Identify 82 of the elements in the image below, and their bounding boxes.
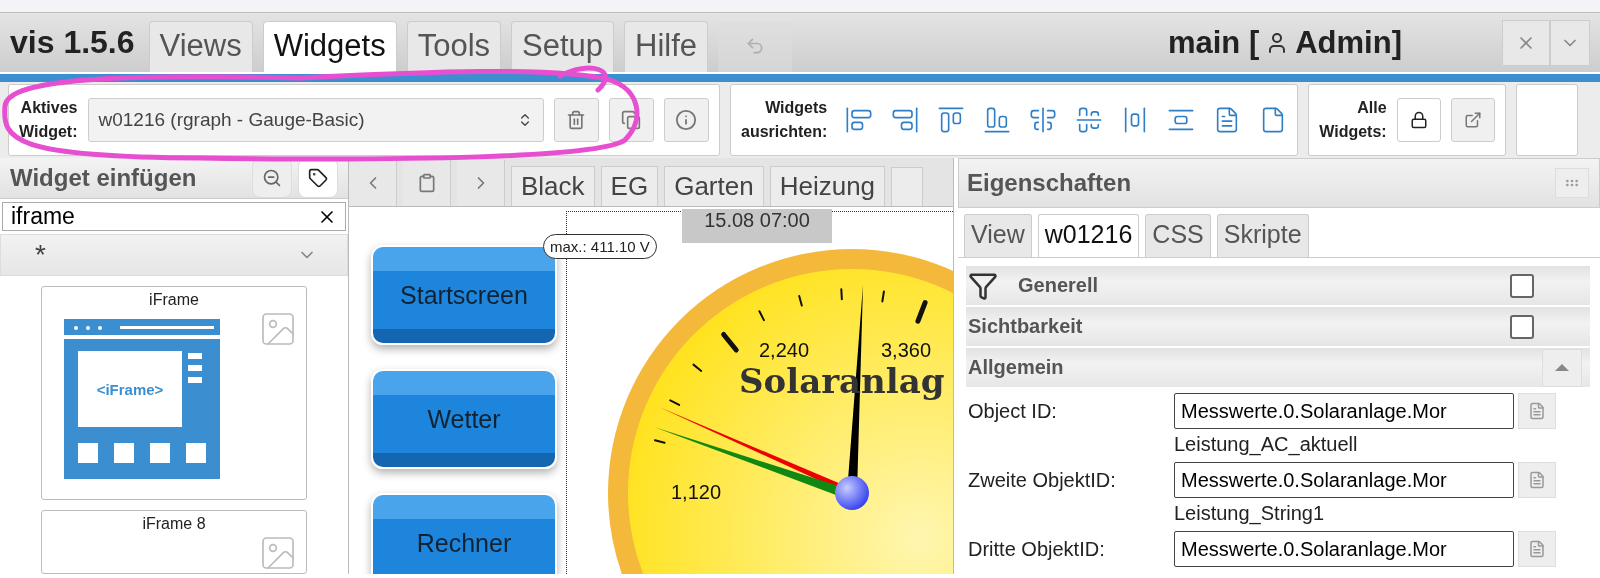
widget-name: iFrame 8: [142, 515, 206, 533]
section-header[interactable]: Allgemein: [966, 348, 1590, 387]
panel-title: Widget einfügen: [10, 164, 198, 192]
widget-name: iFrame: [149, 291, 199, 309]
menu-tab[interactable]: Hilfe: [624, 21, 709, 72]
caret-up-icon: [1555, 364, 1569, 371]
page-tab[interactable]: EG: [600, 166, 659, 206]
align-label: Widgets ausrichten:: [741, 98, 828, 142]
menu-tab[interactable]: Tools: [406, 21, 502, 72]
align-center-icon[interactable]: [1029, 106, 1058, 134]
page-tab[interactable]: Black: [511, 166, 595, 206]
delete-button[interactable]: [553, 98, 599, 142]
lock-icon: [1409, 111, 1428, 129]
previous-button[interactable]: [349, 160, 397, 206]
input-field[interactable]: Messwerte.0.Solaranlage.Mor: [1174, 462, 1514, 498]
page-tab[interactable]: Heizung: [769, 166, 886, 206]
tag-button[interactable]: [298, 158, 338, 198]
menu-tab[interactable]: Widgets: [262, 21, 397, 72]
document-icon: [1528, 471, 1546, 489]
menu-tab[interactable]: Views: [148, 21, 253, 72]
document-icon: [1528, 540, 1546, 558]
page-tab[interactable]: Garten: [664, 166, 764, 206]
grip-button[interactable]: [1555, 168, 1589, 198]
widget-select[interactable]: w01216 (rgraph - Gauge-Basic): [87, 98, 544, 142]
input-field[interactable]: Messwerte.0.Solaranlage.Mor: [1174, 393, 1514, 429]
properties-tab[interactable]: CSS: [1145, 214, 1211, 257]
external-link-icon: [1464, 111, 1483, 129]
field-hint: Leistung_AC_aktuell: [1174, 433, 1359, 456]
select-object-button[interactable]: [1518, 531, 1556, 567]
select-object-button[interactable]: [1518, 393, 1556, 429]
select-object-button[interactable]: [1518, 462, 1556, 498]
document-icon: [1528, 402, 1546, 420]
field-label: Object ID:: [968, 399, 1058, 423]
properties-tab[interactable]: w01216: [1037, 214, 1140, 257]
field-label: Zweite ObjektID:: [968, 468, 1117, 492]
collapse-button[interactable]: [1542, 348, 1582, 387]
lock-button[interactable]: [1396, 98, 1441, 142]
active-widget-label: Aktives Widget:: [19, 98, 78, 142]
filter-select[interactable]: *: [0, 234, 348, 276]
info-icon: [675, 109, 698, 131]
widget-button[interactable]: Wetter: [371, 369, 557, 469]
align-right-icon[interactable]: [891, 106, 920, 134]
app-title: vis 1.5.6: [10, 24, 135, 61]
gauge-label: 2,240: [759, 339, 810, 361]
info-button[interactable]: [663, 98, 709, 142]
section-title: Sichtbarkeit: [968, 315, 1084, 338]
zoom-button[interactable]: [252, 158, 292, 198]
align-left-icon[interactable]: [845, 106, 874, 134]
tag-icon: [308, 168, 328, 188]
checkbox[interactable]: [1510, 314, 1534, 339]
widget-card[interactable]: iFrame 8: [41, 510, 307, 574]
field-hint: Leistung_String1: [1174, 502, 1326, 525]
section-header[interactable]: Generell: [966, 266, 1590, 305]
checkbox[interactable]: [1510, 273, 1534, 298]
external-link-button[interactable]: [1450, 98, 1496, 142]
properties-tab[interactable]: View: [964, 214, 1032, 257]
toolbar-group: [1516, 84, 1579, 156]
section-title: Allgemein: [968, 356, 1065, 379]
align-bottom-icon[interactable]: [983, 106, 1012, 134]
align-middle-icon[interactable]: [1075, 106, 1104, 134]
timestamp: 15.08 07:00: [682, 209, 832, 243]
max-value-label: max.: 411.10 V: [543, 234, 657, 259]
widget-card[interactable]: iFrame <iFrame>: [41, 286, 307, 500]
properties-tab[interactable]: Skripte: [1216, 214, 1309, 257]
section-header[interactable]: Sichtbarkeit: [966, 307, 1590, 346]
user-name: Admin]: [1295, 24, 1402, 61]
gauge-label: 1,120: [671, 481, 722, 503]
panel-title: Eigenschaften: [967, 169, 1132, 197]
copy-icon: [621, 110, 642, 130]
zoom-out-icon: [262, 168, 282, 188]
project-name: main [: [1167, 24, 1260, 61]
search-field[interactable]: iframe: [2, 202, 346, 232]
menu-tab[interactable]: Setup: [511, 21, 615, 72]
clipboard-button[interactable]: [403, 160, 451, 206]
gauge-label: 3,360: [881, 339, 932, 361]
section-title: Generell: [1018, 274, 1100, 297]
field-label: Dritte ObjektID:: [968, 537, 1106, 561]
all-widgets-label: Alle Widgets:: [1319, 98, 1387, 142]
widget-button[interactable]: Rechner: [371, 493, 557, 574]
input-field[interactable]: Messwerte.0.Solaranlage.Mor: [1174, 531, 1514, 567]
trash-icon: [566, 110, 587, 130]
align-top-icon[interactable]: [937, 106, 966, 134]
